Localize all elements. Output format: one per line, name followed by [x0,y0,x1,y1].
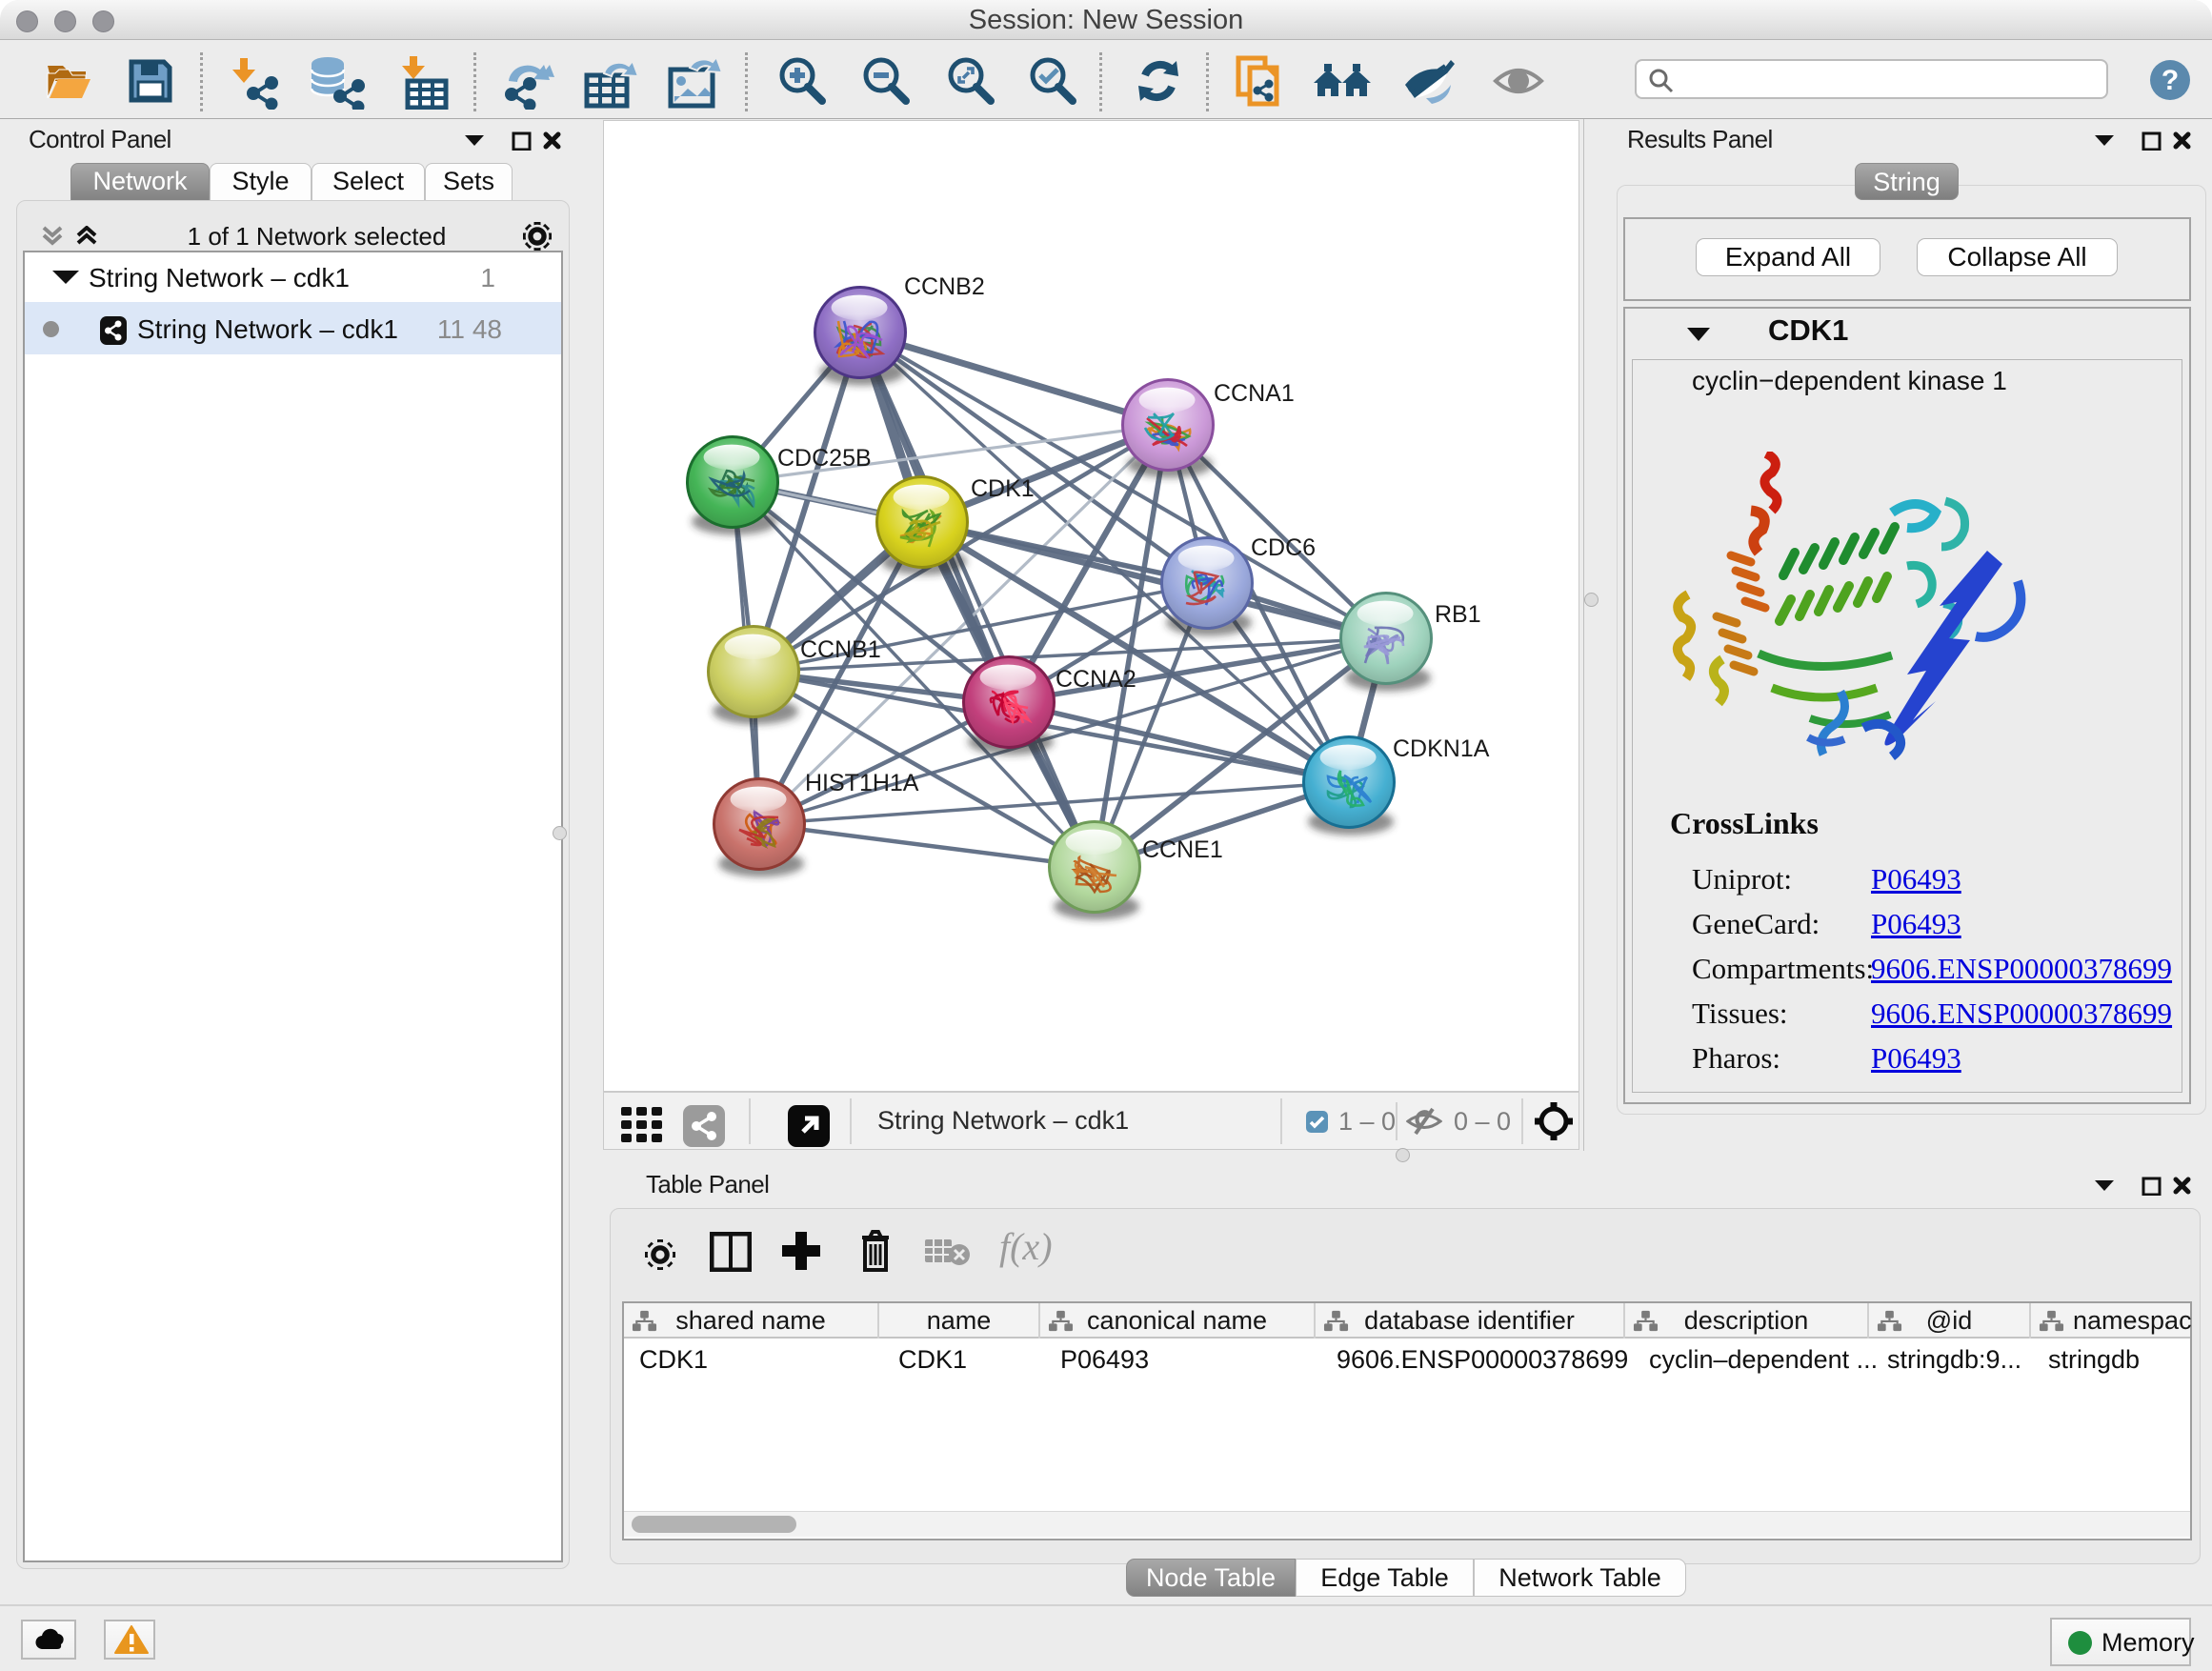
svg-text:CCNB1: CCNB1 [800,636,881,663]
svg-text:CCNA2: CCNA2 [1056,666,1136,693]
svg-text:CCNA1: CCNA1 [1214,380,1295,407]
svg-text:CDKN1A: CDKN1A [1393,735,1490,762]
svg-text:CDK1: CDK1 [971,475,1035,502]
svg-text:?: ? [2162,65,2179,96]
svg-text:CDC25B: CDC25B [777,445,872,472]
svg-text:CCNE1: CCNE1 [1142,836,1223,863]
svg-text:CCNB2: CCNB2 [904,273,985,300]
svg-text:CDC6: CDC6 [1251,534,1316,561]
svg-text:RB1: RB1 [1435,601,1481,628]
svg-text:HIST1H1A: HIST1H1A [805,770,919,796]
